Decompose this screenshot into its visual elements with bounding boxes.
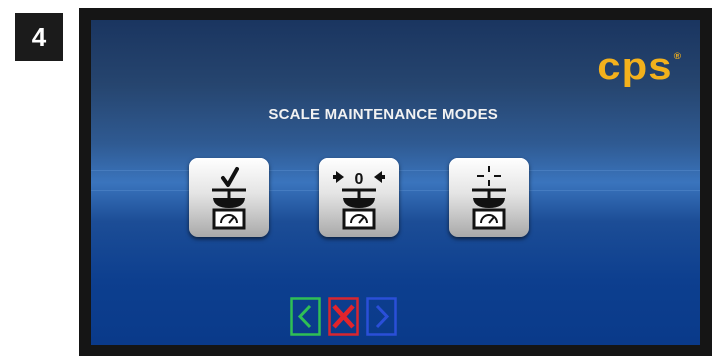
- next-button[interactable]: [366, 297, 397, 336]
- chevron-right-icon: [366, 297, 397, 336]
- scale-zero-mode-button[interactable]: 0: [319, 158, 399, 237]
- step-number-badge: 4: [15, 13, 63, 61]
- registered-mark: ®: [673, 51, 682, 61]
- cps-logo-text: cps: [597, 46, 673, 88]
- scale-check-icon: [212, 167, 246, 230]
- cps-logo: cps®: [597, 46, 682, 89]
- scale-zero-icon: 0: [333, 171, 385, 230]
- back-button[interactable]: [290, 297, 321, 336]
- cancel-button[interactable]: [328, 297, 359, 336]
- zero-label: 0: [355, 171, 364, 188]
- device-screen: cps® SCALE MAINTENANCE MODES 0: [91, 20, 700, 345]
- close-x-icon: [328, 297, 359, 336]
- device-screen-bezel: cps® SCALE MAINTENANCE MODES 0: [79, 8, 712, 356]
- scale-calibrate-mode-button[interactable]: [449, 158, 529, 237]
- scale-calibrate-icon: [472, 166, 506, 230]
- chevron-left-icon: [290, 297, 321, 336]
- page-title: SCALE MAINTENANCE MODES: [268, 106, 498, 123]
- scale-check-mode-button[interactable]: [189, 158, 269, 237]
